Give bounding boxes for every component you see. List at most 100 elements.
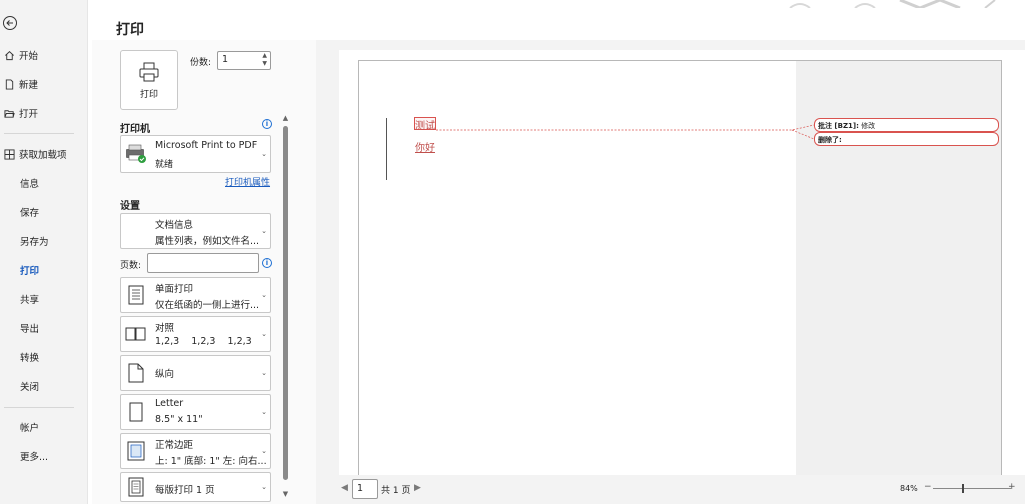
preview-footer [316,475,1025,504]
spin-arrows-icon[interactable]: ▲ ▼ [262,52,267,68]
page-number-value: 1 [357,483,364,494]
printer-status: 就绪 [155,160,174,170]
nav-item-export[interactable]: 导出 [0,316,88,340]
paper-size-dropdown[interactable]: Letter 8.5" x 11" ⌄ [120,394,271,430]
zoom-level[interactable]: 84% [900,484,918,493]
comment-connector-lines [436,124,815,140]
nav-label: 保存 [20,208,40,219]
copies-stepper[interactable]: 1 ▲ ▼ [217,51,271,70]
printer-dropdown[interactable]: Microsoft Print to PDF 就绪 ⌄ [120,135,271,173]
nav-label: 导出 [20,324,40,335]
sides-dropdown[interactable]: 单面打印 仅在纸函的一侧上进行... ⌄ [120,277,271,313]
orientation-title: 纵向 [155,369,175,380]
chevron-down-icon: ⌄ [261,483,267,491]
zoom-in-icon[interactable]: + [1008,482,1016,492]
info-icon[interactable]: i [262,258,272,268]
chevron-down-icon: ⌄ [261,330,267,338]
nav-label: 帐户 [20,423,40,434]
home-icon [3,49,15,61]
nav-label: 另存为 [20,237,49,248]
printer-properties-link[interactable]: 打印机属性 [225,175,270,188]
nav-item-save[interactable]: 保存 [0,200,88,224]
nav-item-save-as[interactable]: 另存为 [0,229,88,253]
new-document-icon [3,78,15,90]
margins-dropdown[interactable]: 正常边距 上: 1" 底部: 1" 左: 向右... ⌄ [120,433,271,469]
collate-title: 对照 [155,323,175,334]
margins-desc: 上: 1" 底部: 1" 左: 向右... [155,456,267,467]
chevron-down-icon: ⌄ [261,227,267,235]
pages-input[interactable] [147,253,259,273]
nav-label: 获取加载项 [19,150,67,161]
background-decoration [789,0,996,8]
chevron-down-icon: ⌄ [261,291,267,299]
nav-divider [4,133,74,134]
doc-info-dropdown[interactable]: 文档信息 属性列表，例如文件名... ⌄ [120,213,271,249]
orientation-dropdown[interactable]: 纵向 ⌄ [120,355,271,391]
previous-page-icon[interactable]: ◀ [341,483,348,493]
doc-info-desc: 属性列表，例如文件名... [155,236,260,247]
backstage-nav: 开始 新建 打开 获取加载项 信息 保存 另存为 打印 共享 导出 转换 关闭 … [0,0,88,504]
copies-label: 份数: [190,58,212,68]
nav-item-print[interactable]: 打印 [0,258,88,282]
info-icon[interactable]: i [262,119,272,129]
nav-divider [4,407,74,408]
nav-label: 转换 [20,353,40,364]
next-page-icon[interactable]: ▶ [414,483,421,493]
nav-label: 打印 [20,266,40,277]
nav-item-new[interactable]: 新建 [0,72,88,96]
collate-icon [125,324,147,344]
nav-label: 更多... [20,452,49,463]
nav-label: 关闭 [20,382,40,393]
chevron-down-icon: ⌄ [261,150,267,158]
margins-title: 正常边距 [155,440,194,451]
nav-item-home[interactable]: 开始 [0,43,88,67]
print-button[interactable]: 打印 [120,50,178,110]
chevron-down-icon: ⌄ [261,447,267,455]
deletion-balloon: 删除了: [814,132,999,146]
pages-label: 页数: [120,261,142,271]
nav-item-share[interactable]: 共享 [0,287,88,311]
nav-item-more[interactable]: 更多... [0,444,88,468]
copies-value: 1 [222,54,229,65]
settings-scrollbar[interactable]: ▲ ▼ [281,114,290,500]
nav-label: 共享 [20,295,40,306]
pages-per-sheet-dropdown[interactable]: 每版打印 1 页 ⌄ [120,472,271,502]
paper-size-title: Letter [155,398,184,409]
collate-dropdown[interactable]: 对照 1,2,3 1,2,3 1,2,3 ⌄ [120,316,271,352]
zoom-out-icon[interactable]: − [924,482,932,492]
margins-icon [125,441,147,461]
nav-label: 新建 [19,80,39,91]
zoom-slider-thumb[interactable] [962,484,964,493]
deletion-label: 删除了: [818,136,842,144]
scroll-up-icon[interactable]: ▲ [281,114,290,122]
zoom-slider-track[interactable] [933,488,1011,489]
nav-item-open[interactable]: 打开 [0,101,88,125]
back-arrow-icon[interactable] [2,15,18,31]
nav-item-close[interactable]: 关闭 [0,374,88,398]
chevron-down-icon: ⌄ [261,408,267,416]
one-sided-icon [125,285,147,305]
sides-title: 单面打印 [155,284,194,295]
change-bar [386,118,387,180]
addins-icon [3,148,15,160]
page-total: 共 1 页 [381,486,411,496]
comment-label: 批注 [BZ1]: [818,122,859,130]
nav-item-transform[interactable]: 转换 [0,345,88,369]
nav-item-account[interactable]: 帐户 [0,415,88,439]
page-title: 打印 [116,22,144,38]
pages-per-sheet-icon [125,477,147,497]
page-number-input[interactable]: 1 [352,479,378,499]
open-folder-icon [3,107,15,119]
printer-name: Microsoft Print to PDF [155,140,258,151]
nav-label: 开始 [19,51,39,62]
paper-size-icon [125,402,147,422]
printer-section-label: 打印机 [120,124,150,135]
nav-item-info[interactable]: 信息 [0,171,88,195]
paper-size-desc: 8.5" x 11" [155,414,203,425]
nav-item-get-addins[interactable]: 获取加载项 [0,142,88,166]
comment-balloon: 批注 [BZ1]: 修改 [814,118,999,132]
printer-icon [139,62,159,81]
scrollbar-thumb[interactable] [283,126,288,480]
pages-per-sheet-title: 每版打印 1 页 [155,485,215,496]
scroll-down-icon[interactable]: ▼ [281,490,290,498]
